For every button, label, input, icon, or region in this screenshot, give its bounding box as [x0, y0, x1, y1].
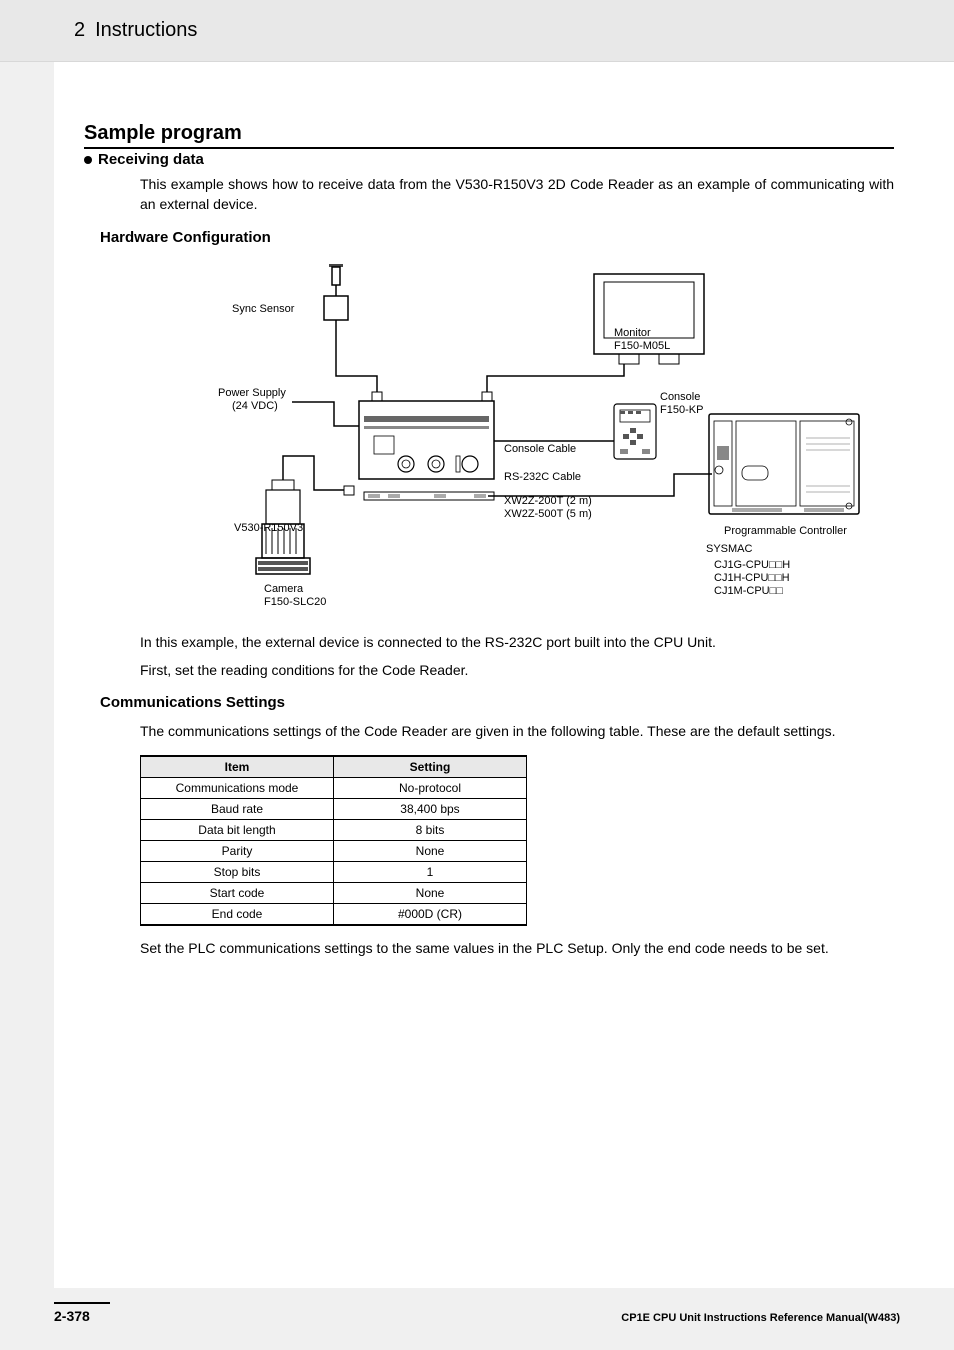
hardware-diagram: Sync Sensor Monitor F150-M05L Power Supp…: [174, 256, 894, 616]
power-supply-label-1: Power Supply: [218, 387, 286, 399]
chapter-number: 2: [74, 19, 85, 42]
console-label-2: F150-KP: [660, 404, 703, 416]
section-heading: Sample program: [84, 122, 894, 149]
monitor-label-2: F150-M05L: [614, 340, 670, 352]
table-cell-item: Data bit length: [141, 820, 334, 841]
page: 2 Instructions Sample program Receiving …: [0, 0, 954, 1350]
page-footer: 2-378 CP1E CPU Unit Instructions Referen…: [54, 1302, 900, 1324]
table-cell-item: Baud rate: [141, 799, 334, 820]
rs232c-label: RS-232C Cable: [504, 471, 581, 483]
table-row: Data bit length8 bits: [141, 820, 527, 841]
settings-table: Item Setting Communications modeNo-proto…: [140, 755, 527, 926]
sysmac-label: SYSMAC: [706, 543, 753, 555]
after-table-paragraph: Set the PLC communications settings to t…: [140, 938, 894, 958]
console-cable-label: Console Cable: [504, 443, 576, 455]
table-header-item: Item: [141, 756, 334, 778]
table-cell-item: Stop bits: [141, 862, 334, 883]
table-cell-setting: No-protocol: [334, 778, 527, 799]
bullet-text: Receiving data: [98, 151, 204, 168]
bullet-heading: Receiving data: [84, 151, 894, 168]
intro-paragraph: This example shows how to receive data f…: [140, 174, 894, 215]
xw2z-200t-label: XW2Z-200T (2 m): [504, 495, 592, 507]
cj1g-label: CJ1G-CPU□□H: [714, 559, 790, 571]
settings-table-body: Communications modeNo-protocolBaud rate3…: [141, 778, 527, 926]
table-row: Stop bits1: [141, 862, 527, 883]
table-cell-item: Parity: [141, 841, 334, 862]
chapter-title: Instructions: [95, 19, 197, 42]
sync-sensor-icon: [324, 264, 348, 320]
content-area: Sample program Receiving data This examp…: [54, 62, 954, 1288]
plc-icon: [709, 414, 859, 514]
camera-label-1: Camera: [264, 583, 304, 595]
table-cell-setting: None: [334, 841, 527, 862]
camera-label-2: F150-SLC20: [264, 596, 326, 608]
bullet-dot-icon: [84, 156, 92, 164]
table-cell-setting: #000D (CR): [334, 904, 527, 926]
page-number: 2-378: [54, 1302, 110, 1324]
monitor-label-1: Monitor: [614, 327, 651, 339]
sync-sensor-label: Sync Sensor: [232, 303, 295, 315]
manual-title: CP1E CPU Unit Instructions Reference Man…: [621, 1312, 900, 1324]
power-supply-label-2: (24 VDC): [232, 400, 278, 412]
chapter-header: 2 Instructions: [0, 0, 954, 62]
table-header-setting: Setting: [334, 756, 527, 778]
table-row: End code#000D (CR): [141, 904, 527, 926]
cj1h-label: CJ1H-CPU□□H: [714, 572, 790, 584]
console-label-1: Console: [660, 391, 700, 403]
settings-table-wrap: Item Setting Communications modeNo-proto…: [140, 755, 894, 926]
table-row: Baud rate38,400 bps: [141, 799, 527, 820]
table-cell-setting: 1: [334, 862, 527, 883]
table-cell-setting: None: [334, 883, 527, 904]
table-cell-setting: 38,400 bps: [334, 799, 527, 820]
table-row: Communications modeNo-protocol: [141, 778, 527, 799]
after-diagram-p2: First, set the reading conditions for th…: [140, 660, 894, 680]
table-cell-item: End code: [141, 904, 334, 926]
xw2z-500t-label: XW2Z-500T (5 m): [504, 508, 592, 520]
console-keypad-icon: [614, 404, 656, 459]
comm-intro-paragraph: The communications settings of the Code …: [140, 721, 894, 741]
subheading-comm: Communications Settings: [100, 694, 894, 711]
table-row: Start codeNone: [141, 883, 527, 904]
cj1m-label: CJ1M-CPU□□: [714, 585, 783, 597]
after-diagram-p1: In this example, the external device is …: [140, 632, 894, 652]
prog-ctrl-label: Programmable Controller: [724, 525, 847, 537]
v530-unit-icon: [344, 392, 494, 500]
table-cell-item: Start code: [141, 883, 334, 904]
table-row: ParityNone: [141, 841, 527, 862]
table-cell-item: Communications mode: [141, 778, 334, 799]
table-cell-setting: 8 bits: [334, 820, 527, 841]
subheading-hardware: Hardware Configuration: [100, 229, 894, 246]
